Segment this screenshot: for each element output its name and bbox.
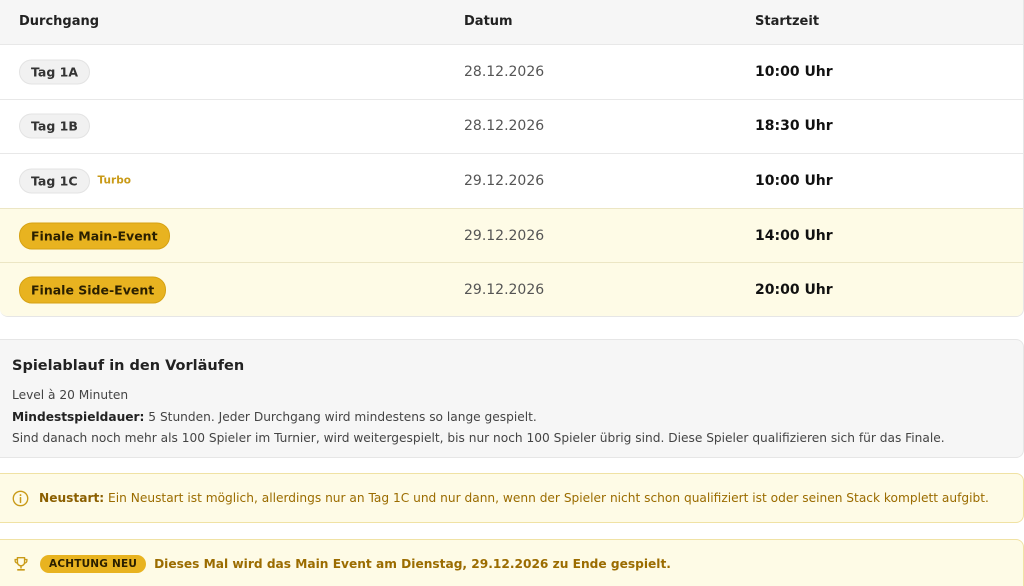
table-row: Tag 1C Turbo 29.12.2026 10:00 Uhr <box>0 153 1023 208</box>
schedule-table: Durchgang Datum Startzeit Tag 1A 28.12.2… <box>0 0 1024 317</box>
notice-body: Ein Neustart ist möglich, allerdings nur… <box>104 491 989 505</box>
table-row: Finale Side-Event 29.12.2026 20:00 Uhr <box>0 262 1023 316</box>
date-cell: 28.12.2026 <box>464 118 545 135</box>
round-cell: Tag 1A <box>19 59 91 85</box>
turbo-tag: Turbo <box>97 174 131 187</box>
info-line-duration: Mindestspieldauer: 5 Stunden. Jeder Durc… <box>12 407 1011 429</box>
info-line-qualify: Sind danach noch mehr als 100 Spieler im… <box>12 431 945 445</box>
date-cell: 29.12.2026 <box>464 282 545 299</box>
notice-text: Neustart: Ein Neustart ist möglich, alle… <box>39 491 989 505</box>
round-pill: Tag 1B <box>19 113 90 139</box>
header-start: Startzeit <box>755 14 820 29</box>
info-box: Spielablauf in den Vorläufen Level à 20 … <box>0 339 1024 458</box>
round-cell: Tag 1C Turbo <box>19 168 131 194</box>
round-cell: Tag 1B <box>19 113 90 139</box>
round-cell: Finale Main-Event <box>19 222 170 250</box>
alert-text: Dieses Mal wird das Main Event am Dienst… <box>154 557 671 571</box>
round-pill: Tag 1C <box>19 168 90 194</box>
notice-label: Neustart: <box>39 491 105 505</box>
duration-text: 5 Stunden. Jeder Durchgang wird mindeste… <box>144 409 537 424</box>
new-badge: ACHTUNG NEU <box>40 555 147 573</box>
table-row: Finale Main-Event 29.12.2026 14:00 Uhr <box>0 207 1023 263</box>
date-cell: 28.12.2026 <box>464 63 545 80</box>
trophy-icon <box>14 556 28 571</box>
duration-label: Mindestspieldauer: <box>12 409 145 424</box>
time-cell: 10:00 Uhr <box>755 172 833 189</box>
time-cell: 18:30 Uhr <box>755 118 833 135</box>
date-cell: 29.12.2026 <box>464 172 545 189</box>
header-date: Datum <box>464 14 513 29</box>
time-cell: 14:00 Uhr <box>755 227 833 244</box>
round-cell: Finale Side-Event <box>19 276 167 304</box>
info-circle-icon <box>12 490 29 506</box>
info-title: Spielablauf in den Vorläufen <box>12 358 245 374</box>
table-header: Durchgang Datum Startzeit <box>0 0 1023 44</box>
round-pill: Tag 1A <box>19 59 91 85</box>
final-pill: Finale Side-Event <box>19 276 167 304</box>
restart-notice: Neustart: Ein Neustart ist möglich, alle… <box>0 473 1024 523</box>
news-alert: ACHTUNG NEU Dieses Mal wird das Main Eve… <box>0 539 1024 586</box>
final-pill: Finale Main-Event <box>19 222 170 250</box>
info-line-level: Level à 20 Minuten <box>12 388 129 402</box>
table-row: Tag 1A 28.12.2026 10:00 Uhr <box>0 44 1023 99</box>
date-cell: 29.12.2026 <box>464 227 545 244</box>
header-round: Durchgang <box>19 14 100 29</box>
table-row: Tag 1B 28.12.2026 18:30 Uhr <box>0 98 1023 154</box>
time-cell: 10:00 Uhr <box>755 63 833 80</box>
time-cell: 20:00 Uhr <box>755 282 833 299</box>
